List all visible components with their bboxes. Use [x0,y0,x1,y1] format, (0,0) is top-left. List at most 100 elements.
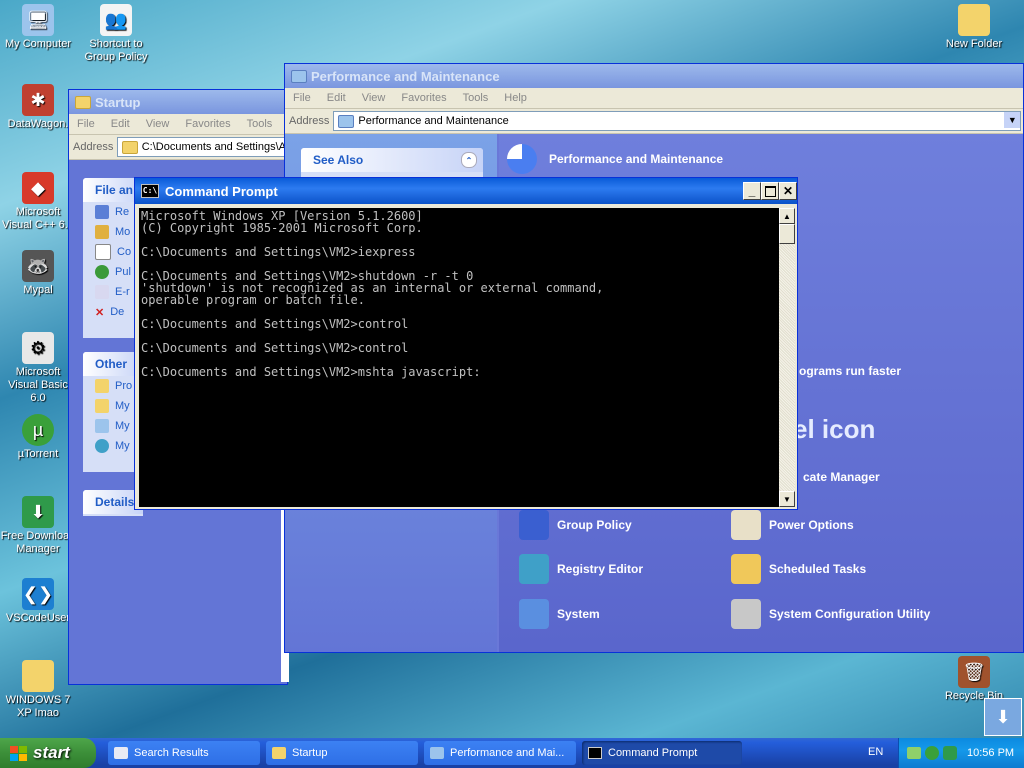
scroll-up-button[interactable]: ▲ [779,208,795,224]
scroll-down-arrow-icon[interactable]: ⬇ [984,698,1022,736]
desktop-icon-visual-basic[interactable]: ⚙ Microsoft Visual Basic 6.0 [0,332,76,405]
power-options-icon [731,510,761,540]
group-policy-icon: 👥 [100,4,132,36]
performance-heading: Performance and Maintenance [507,144,723,174]
utorrent-tray-icon[interactable] [925,746,939,760]
menu-tools[interactable]: Tools [239,118,281,130]
folder-icon [272,747,286,759]
delete-icon: ✕ [95,306,105,319]
network-icon[interactable] [907,747,921,759]
console-line: C:\Documents and Settings\VM2>control [141,341,409,355]
desktop-icon-vscode[interactable]: ❮❯ VSCodeUser [0,578,76,625]
control-panel-link-partial[interactable]: cate Manager [803,470,880,484]
desktop-icon-visual-cpp[interactable]: ◆ Microsoft Visual C++ 6.0 [0,172,76,232]
desktop-icon-new-folder[interactable]: New Folder [936,4,1012,51]
menu-edit[interactable]: Edit [319,92,354,104]
cp-item-system[interactable]: System [519,599,600,629]
desktop-icon-utorrent[interactable]: µ µTorrent [0,414,76,461]
desktop-icon-windows7-folder[interactable]: WINDOWS 7 XP Imao [0,660,76,720]
desktop-icon-mypal[interactable]: 🦝 Mypal [0,250,76,297]
cp-item-registry-editor[interactable]: Registry Editor [519,554,643,584]
startup-menubar: File Edit View Favorites Tools [69,114,287,135]
control-panel-icon [338,114,355,128]
task-link-partial[interactable]: ograms run faster [799,364,901,378]
desktop-icon-datawagon[interactable]: ✱ DataWagon. [0,84,76,131]
start-button[interactable]: start [0,738,96,768]
menu-help[interactable]: Help [496,92,535,104]
clock[interactable]: 10:56 PM [967,747,1014,759]
menu-view[interactable]: View [138,118,178,130]
visual-basic-icon: ⚙ [22,332,54,364]
scroll-thumb[interactable] [779,224,795,244]
menu-favorites[interactable]: Favorites [177,118,238,130]
pick-icon-heading-partial: el icon [793,414,876,444]
cp-item-system-configuration[interactable]: System Configuration Utility [731,599,930,629]
datawagon-icon: ✱ [22,84,54,116]
address-dropdown-icon[interactable]: ▼ [1004,112,1021,128]
console-line: C:\Documents and Settings\VM2>iexpress [141,245,416,259]
scheduled-tasks-icon [731,554,761,584]
address-label: Address [73,141,114,153]
address-field[interactable]: Performance and Maintenance ▼ [333,111,1022,131]
address-label: Address [289,115,330,127]
performance-menubar: File Edit View Favorites Tools Help [285,88,1023,109]
menu-file[interactable]: File [69,118,103,130]
taskbar-button-command-prompt[interactable]: Command Prompt [582,741,742,765]
address-field[interactable]: C:\Documents and Settings\A [117,137,287,157]
control-panel-icon [291,69,307,83]
console-line: (C) Copyright 1985-2001 Microsoft Corp. [141,221,423,235]
windows-logo-icon [10,745,27,761]
search-icon [114,747,128,759]
menu-favorites[interactable]: Favorites [393,92,454,104]
menu-tools[interactable]: Tools [455,92,497,104]
minimize-button[interactable]: _ [743,182,761,200]
cmd-icon [588,747,602,759]
system-icon [519,599,549,629]
cmd-titlebar[interactable]: C:\ Command Prompt [135,178,797,204]
folder-icon [22,660,54,692]
see-also-header[interactable]: See Also ⌃ [301,148,483,172]
menu-file[interactable]: File [285,92,319,104]
download-tray-icon[interactable] [943,746,957,760]
collapse-chevron-icon[interactable]: ⌃ [461,152,477,168]
desktop-icon-my-computer[interactable]: 🖥 My Computer [0,4,76,51]
scroll-down-button[interactable]: ▼ [779,491,795,507]
utorrent-icon: µ [22,414,54,446]
maximize-button[interactable] [761,182,779,200]
folder-icon [958,4,990,36]
close-icon: ✕ [782,184,794,198]
performance-titlebar[interactable]: Performance and Maintenance [285,64,1023,88]
command-prompt-window[interactable]: C:\ Command Prompt _ ✕ Microsoft Windows… [134,177,798,510]
control-panel-icon [430,747,444,759]
cmd-console-output[interactable]: Microsoft Windows XP [Version 5.1.2600](… [139,208,779,507]
vscode-icon: ❮❯ [22,578,54,610]
cp-item-power-options[interactable]: Power Options [731,510,854,540]
pie-chart-icon [507,144,537,174]
taskbar-button-startup[interactable]: Startup [266,741,418,765]
cmd-vertical-scrollbar[interactable]: ▲ ▼ [779,208,795,507]
cmd-icon[interactable]: C:\ [141,184,159,198]
language-indicator[interactable]: EN [868,746,883,758]
folder-icon [75,95,91,109]
taskbar: start Search Results Startup Performance… [0,738,1024,768]
taskbar-button-search-results[interactable]: Search Results [108,741,260,765]
close-button[interactable]: ✕ [779,182,797,200]
scroll-track[interactable] [779,244,795,491]
desktop-icon-fdm[interactable]: ⬇ Free Download Manager [0,496,76,556]
desktop-icon-group-policy[interactable]: 👥 Shortcut to Group Policy [78,4,154,64]
recycle-bin-icon: 🗑 [958,656,990,688]
cp-item-group-policy[interactable]: Group Policy [519,510,632,540]
desktop-icon-recycle-bin[interactable]: 🗑 Recycle Bin [936,656,1012,703]
cp-item-scheduled-tasks[interactable]: Scheduled Tasks [731,554,866,584]
my-computer-icon: 🖥 [22,4,54,36]
maximize-icon [764,185,776,197]
menu-view[interactable]: View [354,92,394,104]
folder-icon [122,140,138,154]
menu-edit[interactable]: Edit [103,118,138,130]
mypal-icon: 🦝 [22,250,54,282]
visual-cpp-icon: ◆ [22,172,54,204]
group-policy-icon [519,510,549,540]
startup-titlebar[interactable]: Startup [69,90,287,114]
taskbar-button-performance[interactable]: Performance and Mai... [424,741,576,765]
startup-addressbar: Address C:\Documents and Settings\A [69,135,287,160]
